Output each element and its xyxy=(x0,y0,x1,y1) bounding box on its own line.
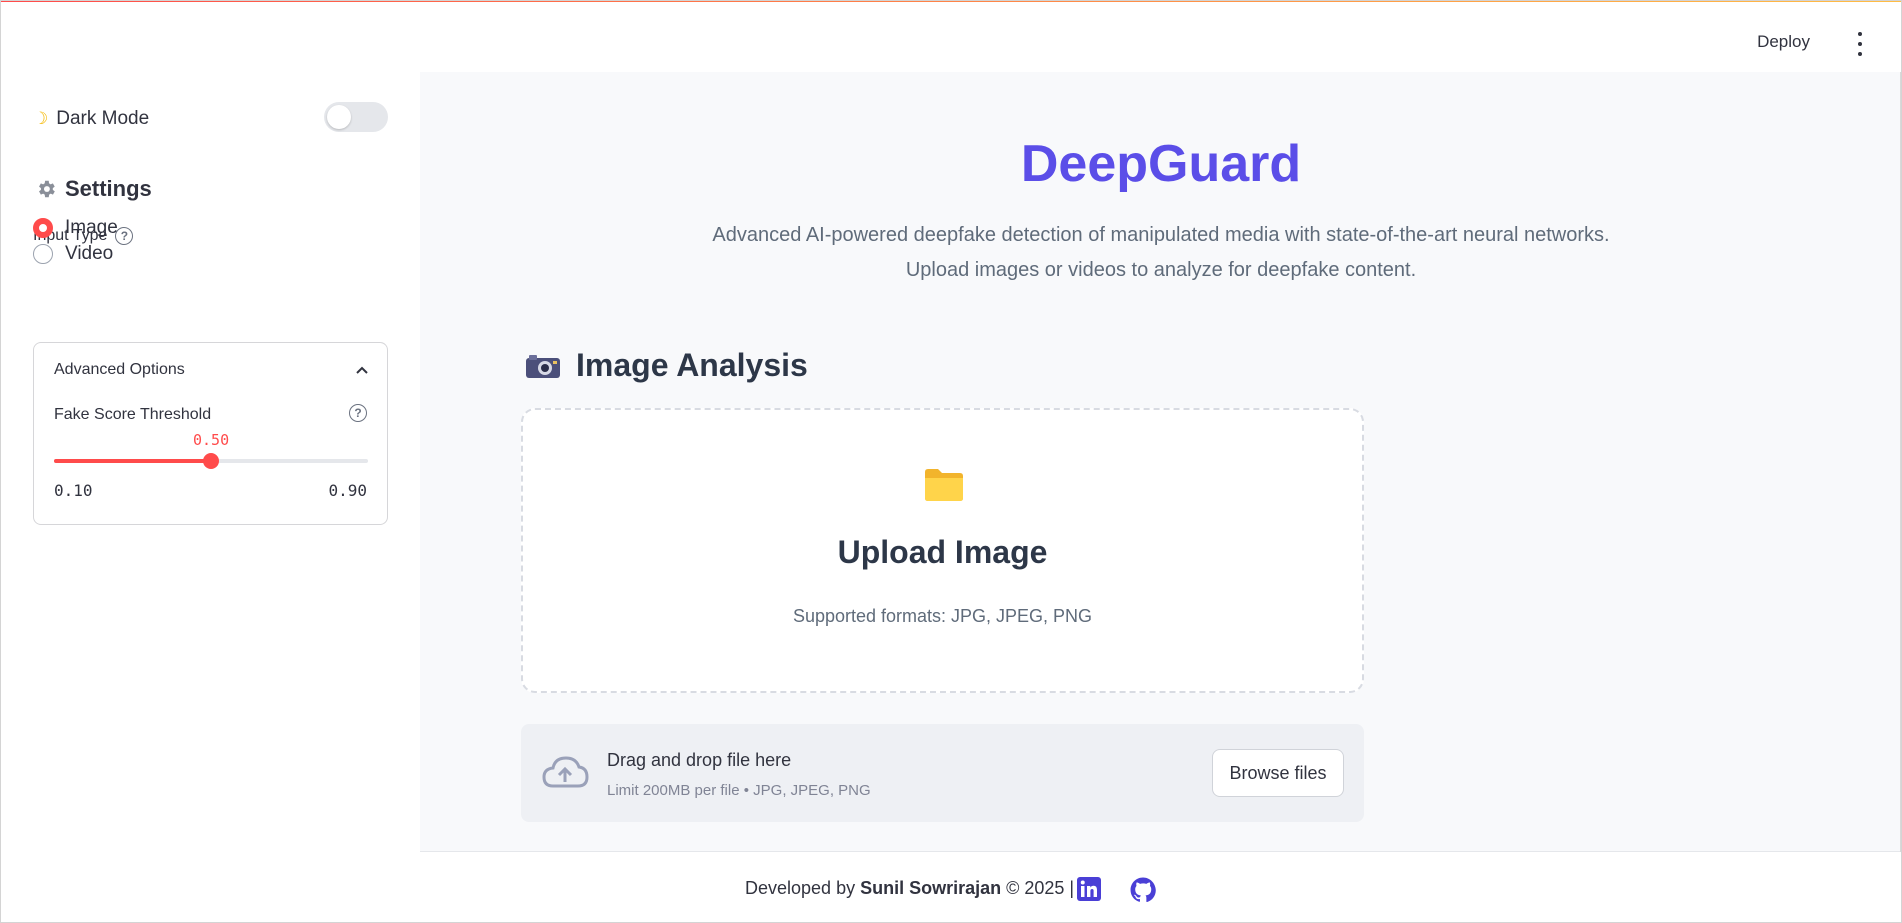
section-title: Image Analysis xyxy=(576,347,808,383)
section-heading: Image Analysis xyxy=(524,347,808,384)
advanced-options-header[interactable]: Advanced Options xyxy=(54,361,369,379)
settings-title: Settings xyxy=(65,176,152,201)
radio-button-unchecked[interactable] xyxy=(33,244,53,264)
dark-mode-row: ☽ Dark Mode xyxy=(33,102,388,134)
help-icon[interactable]: ? xyxy=(349,404,367,422)
radio-video[interactable]: Video xyxy=(33,243,113,265)
main-content: DeepGuard Advanced AI-powered deepfake d… xyxy=(420,72,1902,852)
dark-mode-label: Dark Mode xyxy=(56,108,150,129)
deploy-button[interactable]: Deploy xyxy=(1757,32,1810,52)
footer: Developed by Sunil Sowrirajan © 2025 | xyxy=(420,853,1902,923)
threshold-value: 0.50 xyxy=(193,431,230,449)
upload-card: Upload Image Supported formats: JPG, JPE… xyxy=(521,408,1364,693)
threshold-label: Fake Score Threshold xyxy=(54,406,212,423)
radio-image[interactable]: Image xyxy=(33,217,118,239)
threshold-slider[interactable] xyxy=(54,453,368,469)
dropzone-instructions: Drag and drop file here xyxy=(607,750,792,770)
app-header: Deploy xyxy=(0,2,1902,72)
dark-mode-toggle[interactable] xyxy=(324,102,388,132)
dropzone-limit: Limit 200MB per file • JPG, JPEG, PNG xyxy=(607,782,871,799)
file-dropzone[interactable]: Drag and drop file here Limit 200MB per … xyxy=(521,724,1364,822)
browse-files-button[interactable]: Browse files xyxy=(1212,749,1344,797)
slider-max-label: 0.90 xyxy=(328,481,367,500)
footer-suffix: © 2025 | xyxy=(1001,878,1075,898)
upload-title: Upload Image xyxy=(837,534,1048,570)
toggle-knob xyxy=(327,105,351,129)
camera-icon xyxy=(526,354,560,378)
cloud-upload-icon xyxy=(542,756,589,788)
subtitle-line-1: Advanced AI-powered deepfake detection o… xyxy=(712,224,1610,246)
advanced-options-expander: Advanced Options Fake Score Threshold ? … xyxy=(33,342,388,525)
github-icon[interactable] xyxy=(1130,877,1156,903)
footer-prefix: Developed by xyxy=(745,878,861,898)
help-icon[interactable]: ? xyxy=(115,227,134,245)
subtitle-line-2: Upload images or videos to analyze for d… xyxy=(905,259,1417,281)
radio-video-label: Video xyxy=(65,243,114,264)
slider-thumb[interactable] xyxy=(203,453,219,469)
slider-fill xyxy=(54,459,211,463)
kebab-menu-icon[interactable] xyxy=(1854,32,1866,56)
moon-icon: ☽ xyxy=(33,109,49,128)
footer-credit: Developed by Sunil Sowrirajan © 2025 | xyxy=(745,878,1074,899)
folder-icon xyxy=(925,469,963,501)
gear-icon xyxy=(39,180,55,198)
settings-heading: Settings xyxy=(35,176,152,202)
sidebar: ☽ Dark Mode Settings Input Type ? Image … xyxy=(0,72,420,923)
upload-formats: Supported formats: JPG, JPEG, PNG xyxy=(792,606,1093,626)
app-title: DeepGuard xyxy=(1020,135,1302,193)
linkedin-icon[interactable] xyxy=(1077,877,1101,901)
radio-button-checked[interactable] xyxy=(33,218,53,238)
advanced-options-title: Advanced Options xyxy=(54,361,185,378)
footer-author: Sunil Sowrirajan xyxy=(860,878,1002,898)
radio-image-label: Image xyxy=(65,217,118,238)
slider-min-label: 0.10 xyxy=(54,481,93,500)
chevron-up-icon[interactable] xyxy=(355,363,369,377)
